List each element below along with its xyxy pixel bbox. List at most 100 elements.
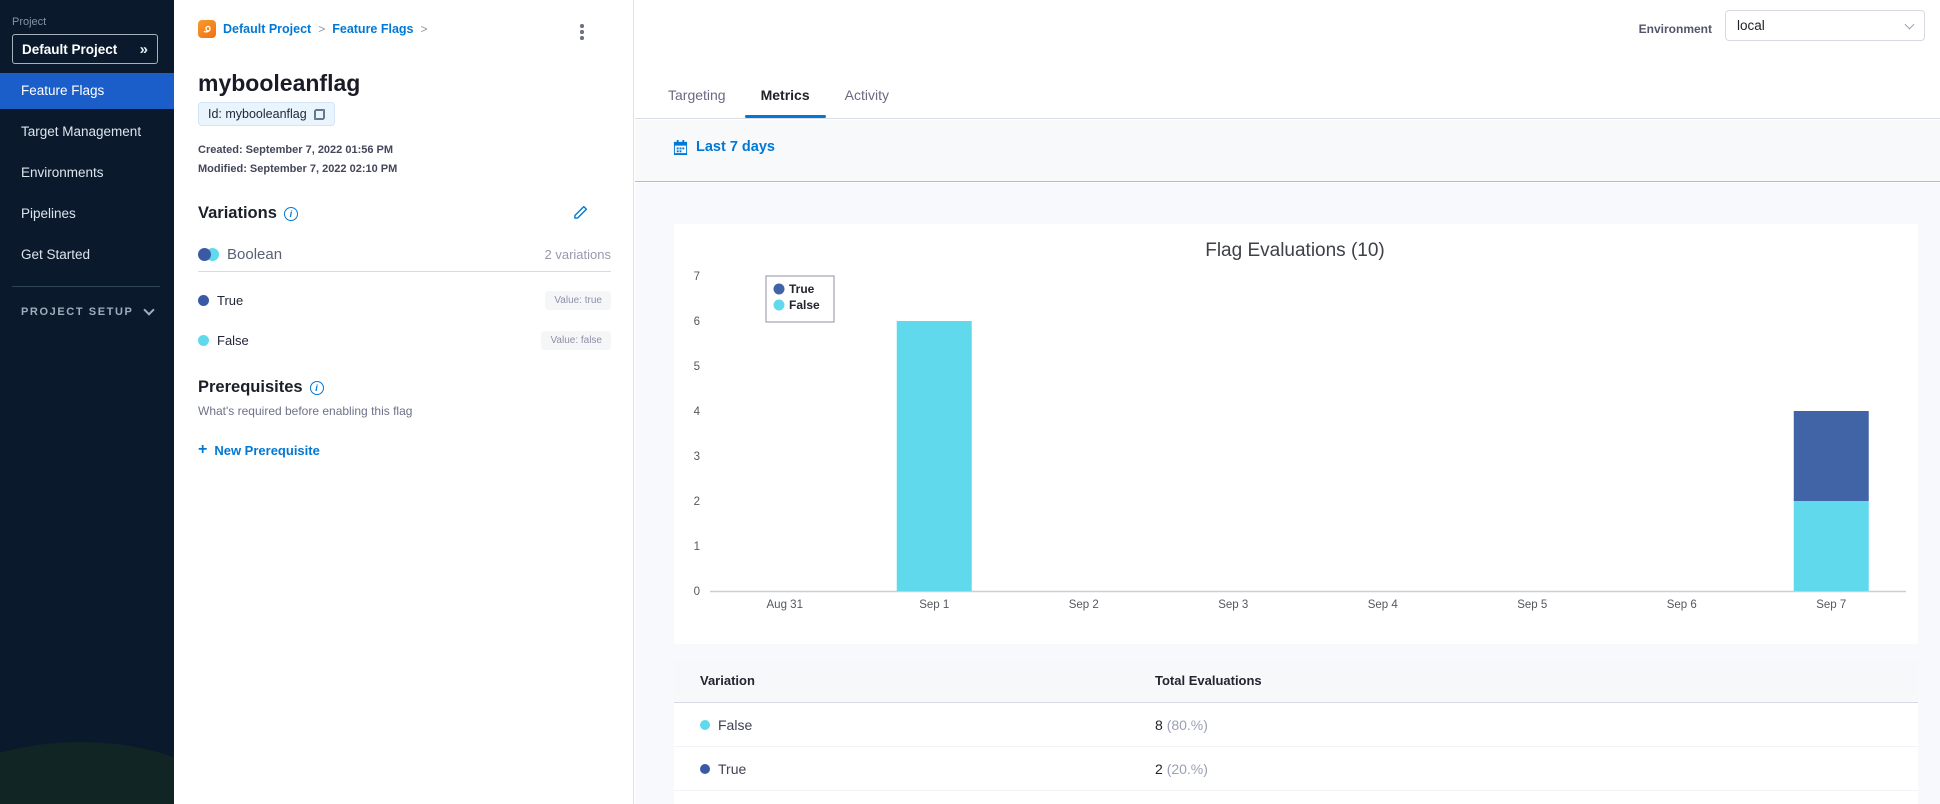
sidebar-divider: [12, 286, 160, 287]
chart-card: Flag Evaluations (10) 0 1 2 3 4 5 6 7 Aug 31 Sep 1…: [674, 224, 1918, 644]
new-prerequisite-button[interactable]: + New Prerequisite: [198, 441, 320, 459]
table-row: True 2 (20.%): [674, 747, 1918, 791]
edit-variations-icon[interactable]: [572, 204, 589, 226]
flag-evaluations-chart: Flag Evaluations (10) 0 1 2 3 4 5 6 7 Aug 31 Sep 1…: [694, 240, 1906, 611]
breadcrumb-separator: >: [318, 22, 326, 36]
prerequisites-description: What's required before enabling this fla…: [198, 404, 413, 418]
variation-type-label: Boolean: [227, 246, 283, 263]
legend-dot-false: [773, 299, 785, 311]
sidebar-item-feature-flags[interactable]: Feature Flags: [0, 73, 174, 109]
variations-heading-row: Variations i: [198, 204, 298, 223]
y-tick-label: 6: [694, 316, 700, 328]
legend-label: False: [789, 298, 820, 312]
false-dot-icon: [700, 719, 710, 730]
variation-value-badge: Value: false: [541, 331, 611, 350]
tab-metrics[interactable]: Metrics: [744, 87, 826, 118]
legend-dot-true: [773, 283, 785, 295]
y-tick-label: 3: [694, 451, 700, 463]
bar-segment-false: [896, 321, 972, 591]
true-dot-icon: [700, 763, 710, 774]
flag-dates: Created: September 7, 2022 01:56 PM Modi…: [198, 141, 397, 179]
chevron-down-icon: [1904, 19, 1915, 30]
variation-name: False: [217, 333, 249, 348]
x-tick-label: Sep 1: [919, 599, 949, 611]
sidebar-item-environments[interactable]: Environments: [0, 155, 174, 191]
x-tick-label: Sep 4: [1368, 599, 1399, 611]
sidebar-nav: Feature Flags Target Management Environm…: [0, 73, 174, 278]
project-setup-section[interactable]: PROJECT SETUP: [21, 304, 155, 318]
breadcrumb-link-feature-flags[interactable]: Feature Flags: [332, 22, 413, 36]
variation-row-false: False Value: false: [198, 331, 611, 350]
flag-title: mybooleanflag: [198, 70, 361, 96]
divider: [198, 271, 611, 272]
feature-flags-module-icon: [198, 20, 216, 38]
tab-bar: Targeting Metrics Activity: [652, 87, 905, 118]
environment-picker: Environment local: [1639, 10, 1925, 41]
environment-label: Environment: [1638, 22, 1712, 36]
y-tick-label: 4: [694, 406, 701, 418]
sidebar-item-get-started[interactable]: Get Started: [0, 237, 174, 273]
sidebar-item-target-management[interactable]: Target Management: [0, 114, 174, 150]
copy-icon[interactable]: [313, 108, 325, 120]
chevron-down-icon: [143, 304, 155, 316]
flag-detail-panel: Default Project > Feature Flags > mybool…: [174, 0, 634, 804]
tab-targeting[interactable]: Targeting: [652, 87, 742, 118]
evaluation-percent: (80.%): [1166, 716, 1208, 733]
environment-selected-value: local: [1737, 18, 1765, 33]
sidebar-item-pipelines[interactable]: Pipelines: [0, 196, 174, 232]
calendar-icon: [673, 139, 688, 155]
variation-type-row: Boolean 2 variations: [198, 246, 611, 263]
row-variation-name: True: [718, 760, 747, 777]
new-prerequisite-label: New Prerequisite: [214, 442, 320, 458]
expand-project-icon[interactable]: »: [140, 41, 148, 58]
x-tick-label: Sep 6: [1667, 599, 1697, 611]
x-tick-label: Sep 2: [1069, 599, 1099, 611]
metrics-content: Flag Evaluations (10) 0 1 2 3 4 5 6 7 Aug 31 Sep 1…: [635, 183, 1940, 804]
metrics-panel: Targeting Metrics Activity Environment l…: [635, 0, 1940, 804]
sidebar: Project Default Project » Feature Flags …: [0, 0, 174, 804]
row-total-evaluations: 2 (20.%): [1155, 761, 1208, 777]
row-variation-name: False: [718, 716, 753, 733]
prerequisites-heading-row: Prerequisites i: [198, 378, 324, 397]
x-tick-label: Sep 7: [1816, 599, 1846, 611]
true-dot-icon: [198, 295, 209, 306]
y-tick-label: 1: [694, 541, 700, 553]
table-header-row: Variation Total Evaluations: [674, 659, 1918, 703]
evaluation-count: 8: [1155, 716, 1163, 733]
project-selector[interactable]: Default Project »: [12, 34, 158, 64]
date-range-label: Last 7 days: [696, 139, 775, 155]
app-root: Project Default Project » Feature Flags …: [0, 0, 1940, 804]
evaluations-table: Variation Total Evaluations False 8 (80.…: [674, 659, 1918, 804]
prerequisites-heading: Prerequisites: [198, 378, 303, 396]
variation-name: True: [217, 293, 244, 308]
evaluation-percent: (20.%): [1166, 760, 1208, 777]
tab-header: Targeting Metrics Activity Environment l…: [635, 0, 1940, 119]
table-row: False 8 (80.%): [674, 703, 1918, 747]
date-range-button[interactable]: Last 7 days: [673, 139, 775, 155]
project-selector-value: Default Project: [22, 41, 118, 57]
variation-count: 2 variations: [544, 247, 611, 262]
false-dot-icon: [198, 335, 209, 346]
project-label: Project: [12, 16, 47, 28]
tab-activity[interactable]: Activity: [829, 87, 905, 118]
y-tick-label: 5: [694, 361, 700, 373]
x-tick-label: Aug 31: [767, 599, 803, 611]
flag-options-menu-button[interactable]: [574, 24, 590, 42]
legend-label: True: [789, 282, 815, 296]
bar-segment-false: [1793, 501, 1869, 591]
variations-heading: Variations: [198, 204, 277, 222]
metrics-toolbar: Last 7 days: [635, 120, 1940, 182]
flag-id-badge: Id: mybooleanflag: [198, 102, 335, 126]
column-header-total-evaluations: Total Evaluations: [1155, 673, 1262, 688]
info-icon[interactable]: i: [283, 206, 298, 221]
project-setup-label: PROJECT SETUP: [21, 306, 134, 318]
y-tick-label: 2: [694, 496, 700, 508]
chart-title: Flag Evaluations (10): [1205, 240, 1385, 261]
row-total-evaluations: 8 (80.%): [1155, 717, 1208, 733]
y-tick-label: 7: [694, 271, 700, 283]
breadcrumb-link-project[interactable]: Default Project: [223, 22, 311, 36]
environment-select[interactable]: local: [1725, 10, 1925, 41]
x-tick-label: Sep 3: [1218, 599, 1248, 611]
info-icon[interactable]: i: [309, 380, 324, 395]
flag-created: Created: September 7, 2022 01:56 PM: [198, 144, 394, 156]
